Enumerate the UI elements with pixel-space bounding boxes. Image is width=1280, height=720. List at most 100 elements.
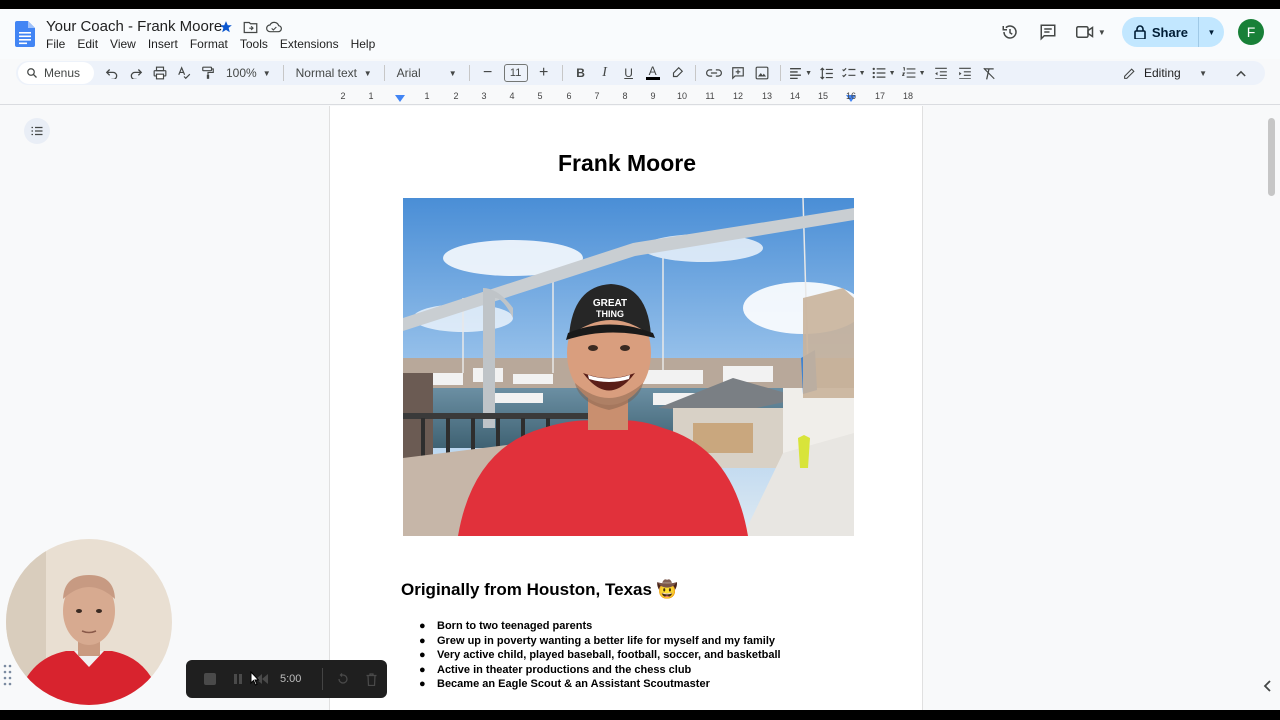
chevron-down-icon: ▼ <box>1199 68 1207 78</box>
stop-recording-button[interactable] <box>196 660 224 698</box>
increase-indent-icon[interactable] <box>953 62 977 84</box>
meet-icon[interactable]: ▼ <box>1074 20 1108 44</box>
decrease-font-size-icon[interactable]: − <box>476 62 500 84</box>
menu-view[interactable]: View <box>110 37 142 51</box>
document-outline-button[interactable] <box>24 118 50 144</box>
list-item-text: Grew up in poverty wanting a better life… <box>437 634 776 647</box>
toolbar-divider <box>694 65 696 81</box>
account-avatar[interactable]: F <box>1238 19 1264 45</box>
hide-menus-chevron-icon[interactable] <box>1229 62 1253 84</box>
spellcheck-icon[interactable] <box>172 62 196 84</box>
zoom-value: 100% <box>226 66 257 80</box>
comments-icon[interactable] <box>1036 20 1060 44</box>
lock-icon <box>1134 25 1146 39</box>
underline-icon[interactable]: U <box>617 62 641 84</box>
bullet-list: ● Born to two teenaged parents ● Grew up i… <box>419 619 781 692</box>
bulleted-list-icon[interactable]: ▼ <box>869 62 899 84</box>
document-heading: Frank Moore <box>557 150 697 176</box>
ruler-tick: 7 <box>594 91 600 101</box>
menu-bar: File Edit View Insert Format Tools Exten… <box>46 37 387 51</box>
chevron-down-icon: ▼ <box>262 68 271 78</box>
menu-insert[interactable]: Insert <box>148 37 184 51</box>
left-indent-marker-icon[interactable] <box>395 95 405 103</box>
pause-button[interactable] <box>224 660 252 698</box>
move-folder-icon[interactable] <box>242 19 258 35</box>
ruler-tick: 2 <box>340 91 346 101</box>
webcam-bubble[interactable] <box>6 539 172 705</box>
main-toolbar: Menus 100% ▼ Normal text ▼ Arial ▼ − 11 … <box>16 61 1265 85</box>
ruler-tick: 5 <box>537 91 543 101</box>
search-menus[interactable]: Menus <box>18 62 94 84</box>
meet-dropdown-icon[interactable]: ▼ <box>1098 28 1106 37</box>
ruler-tick: 14 <box>789 91 801 101</box>
star-icon[interactable] <box>218 19 234 35</box>
version-history-icon[interactable] <box>998 20 1022 44</box>
toolbar-divider <box>779 65 781 81</box>
editing-mode-select[interactable]: Editing ▼ <box>1115 66 1215 80</box>
decrease-indent-icon[interactable] <box>929 62 953 84</box>
toolbar-divider <box>282 65 284 81</box>
drag-handle-icon[interactable] <box>3 663 13 691</box>
horizontal-ruler[interactable]: 2 1 1 2 3 4 5 6 7 8 9 10 11 12 13 14 15 … <box>329 91 923 105</box>
mouse-cursor-icon <box>250 671 260 686</box>
chevron-down-icon: ▼ <box>448 68 457 78</box>
font-size-input[interactable]: 11 <box>503 64 528 82</box>
list-item: ● Very active child, played baseball, foo… <box>419 648 781 663</box>
insert-image-icon[interactable] <box>750 62 774 84</box>
text-color-icon[interactable]: A <box>641 62 665 84</box>
style-select[interactable]: Normal text ▼ <box>290 62 378 84</box>
bullet-dot: ● <box>419 634 426 647</box>
italic-icon[interactable]: I <box>593 62 617 84</box>
increase-font-size-icon[interactable]: + <box>532 62 556 84</box>
align-icon[interactable]: ▼ <box>787 62 815 84</box>
share-dropdown-icon[interactable]: ▼ <box>1198 17 1224 47</box>
paint-format-icon[interactable] <box>196 62 220 84</box>
add-comment-icon[interactable] <box>726 62 750 84</box>
style-value: Normal text <box>295 66 357 80</box>
menu-tools[interactable]: Tools <box>240 37 274 51</box>
document-page[interactable]: Frank Moore GREAT THING Originally from … <box>329 106 923 710</box>
bullet-dot: ● <box>419 620 426 632</box>
document-title[interactable]: Your Coach - Frank Moore <box>46 18 222 35</box>
pencil-icon <box>1124 67 1135 79</box>
undo-icon[interactable] <box>100 62 124 84</box>
font-select[interactable]: Arial ▼ <box>391 62 463 84</box>
toolbar-divider <box>468 65 470 81</box>
share-label: Share <box>1151 24 1188 40</box>
restart-button[interactable] <box>329 660 357 698</box>
docs-logo-icon[interactable] <box>15 21 35 47</box>
side-panel-chevron-icon[interactable] <box>1263 680 1280 698</box>
ruler-tick: 13 <box>761 91 773 101</box>
line-spacing-icon[interactable] <box>815 62 839 84</box>
cloud-saved-icon[interactable] <box>266 19 282 35</box>
numbered-list-icon[interactable]: ▼ <box>899 62 929 84</box>
menu-help[interactable]: Help <box>351 37 382 51</box>
coach-photo[interactable]: GREAT THING <box>403 198 854 536</box>
redo-icon[interactable] <box>124 62 148 84</box>
menu-extensions[interactable]: Extensions <box>280 37 345 51</box>
delete-recording-button[interactable] <box>357 660 385 698</box>
zoom-select[interactable]: 100% ▼ <box>220 62 277 84</box>
outline-list-icon <box>31 126 43 136</box>
list-item: ● Born to two teenaged parents <box>419 619 781 634</box>
highlight-color-icon[interactable] <box>665 62 689 84</box>
ruler-tick: 2 <box>453 91 459 101</box>
menu-edit[interactable]: Edit <box>77 37 104 51</box>
bottom-black-bar <box>0 710 1280 720</box>
list-item: ● Active in theater productions and the c… <box>419 663 781 678</box>
list-item-text: Very active child, played baseball, foot… <box>437 649 781 661</box>
vertical-scrollbar[interactable] <box>1268 118 1275 196</box>
checklist-icon[interactable]: ▼ <box>839 62 869 84</box>
menu-file[interactable]: File <box>46 37 71 51</box>
menu-format[interactable]: Format <box>190 37 234 51</box>
insert-link-icon[interactable] <box>702 62 726 84</box>
share-button[interactable]: Share ▼ <box>1121 17 1224 47</box>
bold-icon[interactable]: B <box>569 62 593 84</box>
ruler-tick: 16 <box>845 91 857 101</box>
bullet-dot: ● <box>419 678 426 690</box>
print-icon[interactable] <box>148 62 172 84</box>
ruler-tick: 10 <box>676 91 688 101</box>
search-menus-label: Menus <box>44 66 81 80</box>
clear-formatting-icon[interactable] <box>977 62 1001 84</box>
font-value: Arial <box>396 66 421 80</box>
